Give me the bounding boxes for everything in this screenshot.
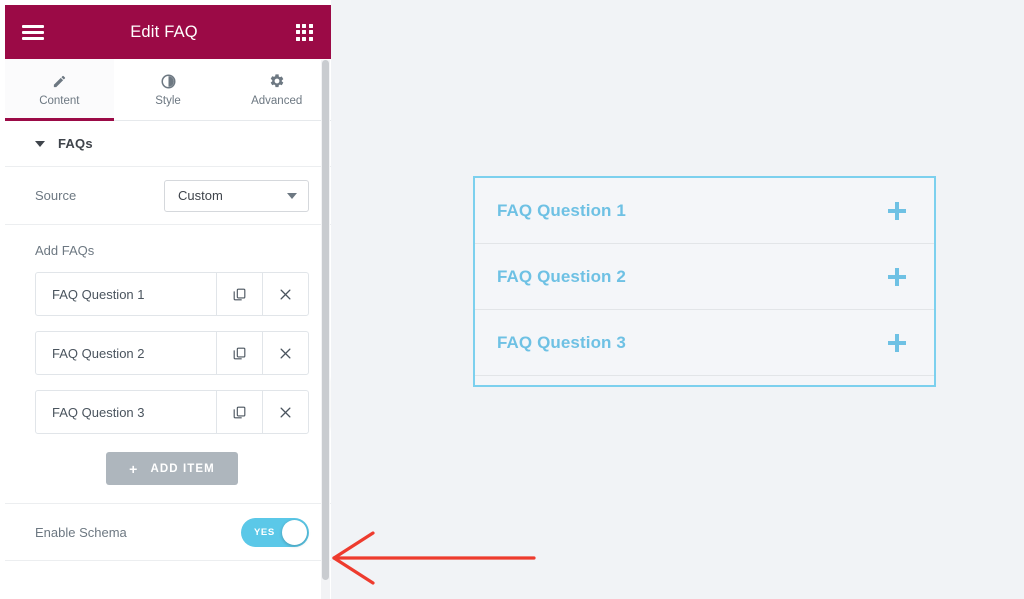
- accordion-title: FAQ Question 1: [497, 200, 626, 220]
- tab-style[interactable]: Style: [113, 59, 223, 120]
- repeater-item: FAQ Question 2: [35, 331, 309, 375]
- source-label: Source: [35, 188, 77, 203]
- widgets-grid-button[interactable]: [277, 5, 331, 59]
- chevron-down-icon: [287, 192, 297, 199]
- toggle-knob: [282, 519, 307, 545]
- preview-canvas: FAQ Question 1 FAQ Question 2 FAQ Questi…: [331, 0, 1024, 599]
- plus-icon: +: [129, 460, 139, 477]
- faq-repeater: Add FAQs FAQ Question 1 FAQ Question 2 F…: [5, 225, 331, 503]
- panel-tabs: Content Style Advanced: [5, 59, 331, 121]
- panel-scrollbar-thumb[interactable]: [322, 60, 329, 580]
- add-faqs-label: Add FAQs: [35, 243, 95, 258]
- enable-schema-toggle-state: YES: [254, 526, 275, 538]
- panel-body: FAQs Source Custom Add FAQs FAQ Question…: [5, 121, 331, 599]
- faq-widget-selection[interactable]: FAQ Question 1 FAQ Question 2 FAQ Questi…: [473, 176, 936, 387]
- tab-content-label: Content: [39, 95, 80, 107]
- panel-scrollbar[interactable]: [321, 60, 330, 599]
- hamburger-icon: [22, 24, 44, 40]
- accordion-header[interactable]: FAQ Question 1: [475, 178, 934, 243]
- repeater-item-title[interactable]: FAQ Question 3: [36, 391, 216, 433]
- plus-icon[interactable]: [888, 267, 906, 286]
- accordion-header[interactable]: FAQ Question 2: [475, 244, 934, 309]
- repeater-item: FAQ Question 1: [35, 272, 309, 316]
- caret-down-icon: [35, 140, 45, 147]
- accordion-item: FAQ Question 2: [475, 244, 934, 310]
- tab-advanced-label: Advanced: [251, 95, 303, 107]
- grid-apps-icon: [295, 23, 313, 41]
- accordion-item: FAQ Question 1: [475, 178, 934, 244]
- enable-schema-label: Enable Schema: [35, 524, 127, 540]
- tab-content[interactable]: Content: [5, 59, 114, 121]
- accordion-title: FAQ Question 2: [497, 266, 626, 286]
- gear-icon: [269, 72, 285, 90]
- duplicate-item-button[interactable]: [216, 391, 262, 433]
- repeater-item: FAQ Question 3: [35, 390, 309, 434]
- add-item-button[interactable]: + ADD ITEM: [106, 452, 238, 485]
- remove-item-button[interactable]: [262, 332, 308, 374]
- tab-style-label: Style: [155, 95, 181, 107]
- add-item-wrap: + ADD ITEM: [35, 449, 309, 503]
- control-source: Source Custom: [5, 167, 331, 225]
- annotation-arrow-icon: [332, 531, 536, 585]
- contrast-circle-icon: [161, 72, 176, 90]
- tab-advanced[interactable]: Advanced: [222, 59, 331, 120]
- accordion-header[interactable]: FAQ Question 3: [475, 310, 934, 375]
- add-item-label: ADD ITEM: [150, 462, 215, 475]
- plus-icon[interactable]: [888, 333, 906, 352]
- remove-item-button[interactable]: [262, 391, 308, 433]
- page-title: Edit FAQ: [130, 22, 198, 41]
- source-select[interactable]: Custom: [164, 179, 309, 212]
- control-enable-schema: Enable Schema YES: [5, 503, 331, 561]
- repeater-item-title[interactable]: FAQ Question 2: [36, 332, 216, 374]
- enable-schema-toggle[interactable]: YES: [241, 517, 309, 547]
- plus-icon[interactable]: [888, 201, 906, 220]
- accordion-title: FAQ Question 3: [497, 332, 626, 352]
- remove-item-button[interactable]: [262, 273, 308, 315]
- duplicate-item-button[interactable]: [216, 273, 262, 315]
- section-faqs[interactable]: FAQs: [5, 121, 331, 167]
- panel-header: Edit FAQ: [5, 5, 331, 59]
- editor-panel: Edit FAQ Content Style Advanced FAQs Sou…: [0, 0, 331, 599]
- editor-screen: Edit FAQ Content Style Advanced FAQs Sou…: [0, 0, 1024, 599]
- repeater-item-title[interactable]: FAQ Question 1: [36, 273, 216, 315]
- accordion-item: FAQ Question 3: [475, 310, 934, 376]
- pencil-icon: [52, 72, 67, 90]
- duplicate-item-button[interactable]: [216, 332, 262, 374]
- section-faqs-title: FAQs: [58, 136, 93, 151]
- source-select-value: Custom: [178, 188, 223, 203]
